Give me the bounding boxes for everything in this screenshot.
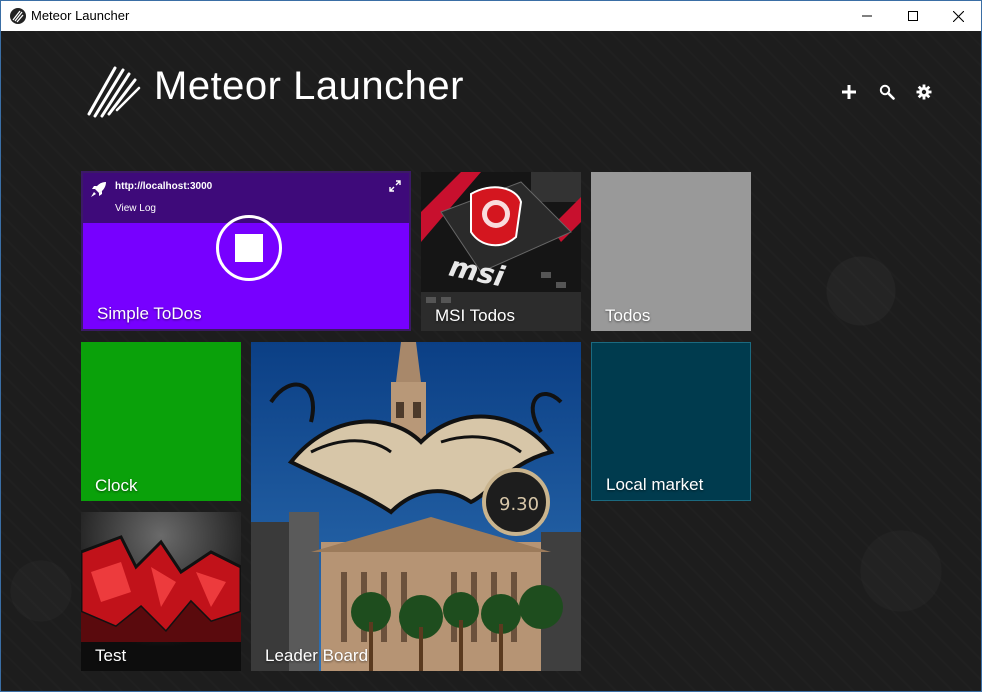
close-icon xyxy=(952,10,964,22)
app-window: Meteor Launcher Meteor Launcher http://l… xyxy=(0,0,982,692)
tile-test[interactable]: Test xyxy=(81,512,241,671)
app-url-link[interactable]: http://localhost:3000 xyxy=(115,181,212,192)
tile-label: Leader Board xyxy=(265,646,369,665)
meteor-logo-icon xyxy=(87,66,141,118)
window-title: Meteor Launcher xyxy=(31,8,130,23)
tile-local-market[interactable]: Local market xyxy=(591,342,751,501)
tile-label: Local market xyxy=(606,475,704,494)
stop-button[interactable] xyxy=(216,215,282,281)
view-log-link[interactable]: View Log xyxy=(115,203,156,214)
settings-button[interactable] xyxy=(913,81,935,103)
plus-icon xyxy=(842,85,856,99)
tile-simple-todos[interactable]: http://localhost:3000 View Log Simple To… xyxy=(81,171,411,331)
close-button[interactable] xyxy=(935,1,981,31)
svg-text:9.30: 9.30 xyxy=(499,494,539,515)
search-icon xyxy=(879,84,895,100)
tile-msi-todos[interactable]: msi MSI Todos xyxy=(421,172,581,331)
search-button[interactable] xyxy=(876,81,898,103)
minimize-button[interactable] xyxy=(844,1,890,31)
minimize-icon xyxy=(862,15,872,17)
expand-icon[interactable] xyxy=(389,180,401,192)
maximize-button[interactable] xyxy=(890,1,936,31)
tile-label: Test xyxy=(95,646,127,665)
app-logo-icon xyxy=(10,8,26,24)
rocket-icon xyxy=(91,182,106,197)
tile-leader-board[interactable]: 9.30 Leader Board xyxy=(251,342,581,671)
leader-board-image: 9.30 xyxy=(251,342,581,671)
tile-label: MSI Todos xyxy=(435,306,516,325)
launcher-content: Meteor Launcher http://localhost:3000 Vi… xyxy=(1,31,981,691)
gear-icon xyxy=(916,84,932,100)
title-bar[interactable]: Meteor Launcher xyxy=(1,1,981,31)
tile-label: Todos xyxy=(605,306,651,325)
tile-label: Simple ToDos xyxy=(97,304,202,323)
tile-label: Clock xyxy=(95,476,138,495)
maximize-icon xyxy=(908,11,918,21)
tile-clock[interactable]: Clock xyxy=(81,342,241,501)
add-app-button[interactable] xyxy=(838,81,860,103)
app-brand-title: Meteor Launcher xyxy=(154,64,464,108)
stop-icon xyxy=(235,234,263,262)
tile-todos[interactable]: Todos xyxy=(591,172,751,331)
